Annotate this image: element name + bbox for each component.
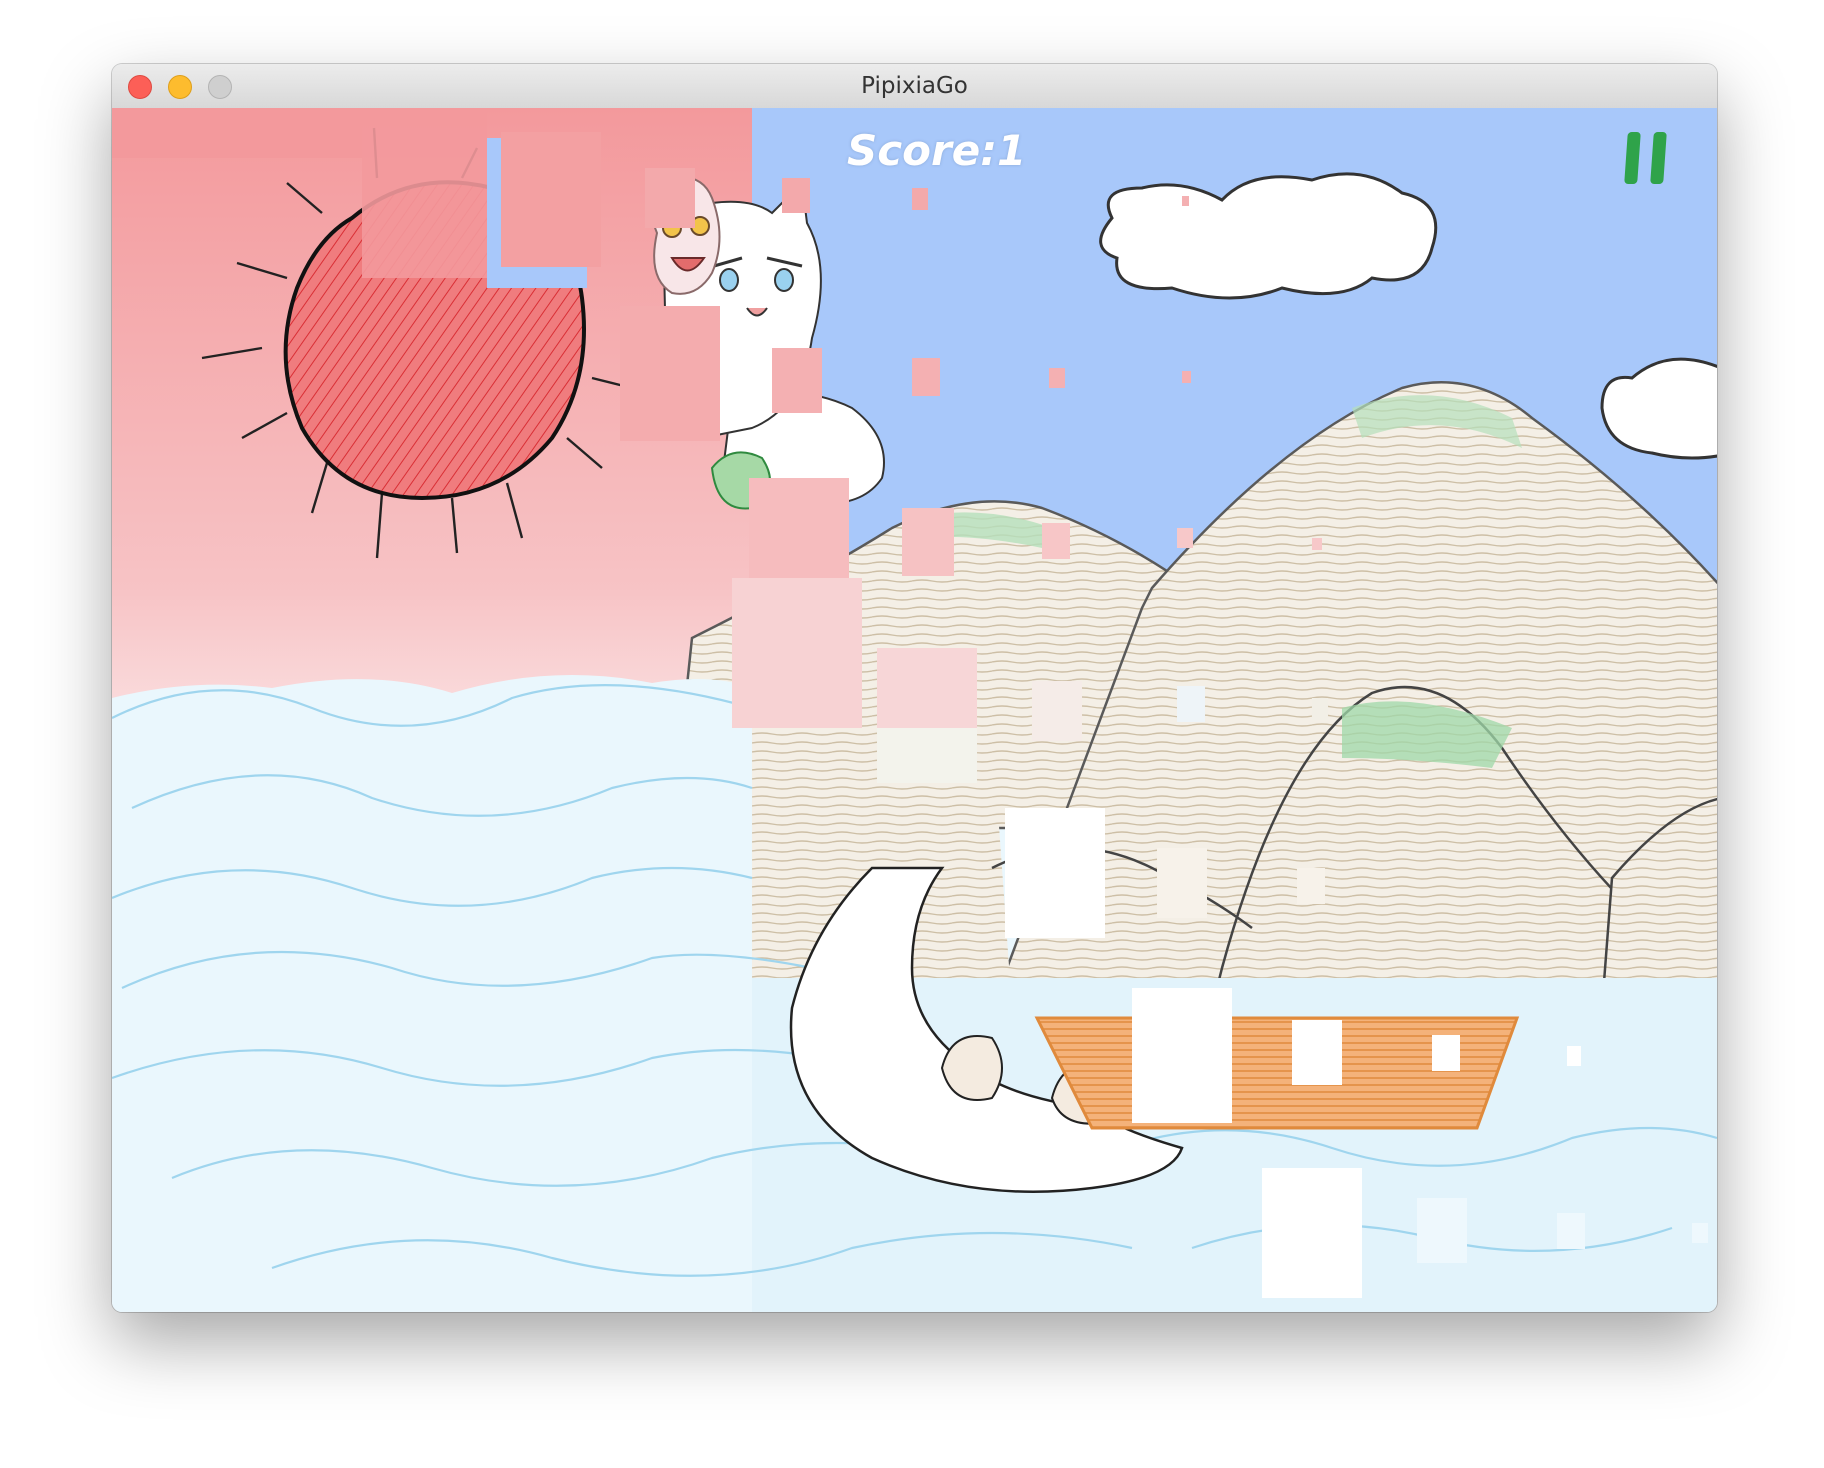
- sea: [112, 675, 752, 1312]
- boat: [1034, 1016, 1520, 1130]
- pause-button[interactable]: [1622, 132, 1672, 186]
- game-scene: [112, 108, 1717, 1312]
- window-title: PipixiaGo: [861, 73, 968, 99]
- cloud: [1099, 172, 1438, 300]
- title-bar[interactable]: PipixiaGo: [112, 64, 1717, 109]
- score-label: Score:1: [847, 126, 1027, 175]
- pause-icon: [1650, 132, 1667, 184]
- pause-icon: [1624, 132, 1641, 184]
- game-canvas[interactable]: Score:1: [112, 108, 1717, 1312]
- game-window: PipixiaGo Score:1: [112, 64, 1717, 1312]
